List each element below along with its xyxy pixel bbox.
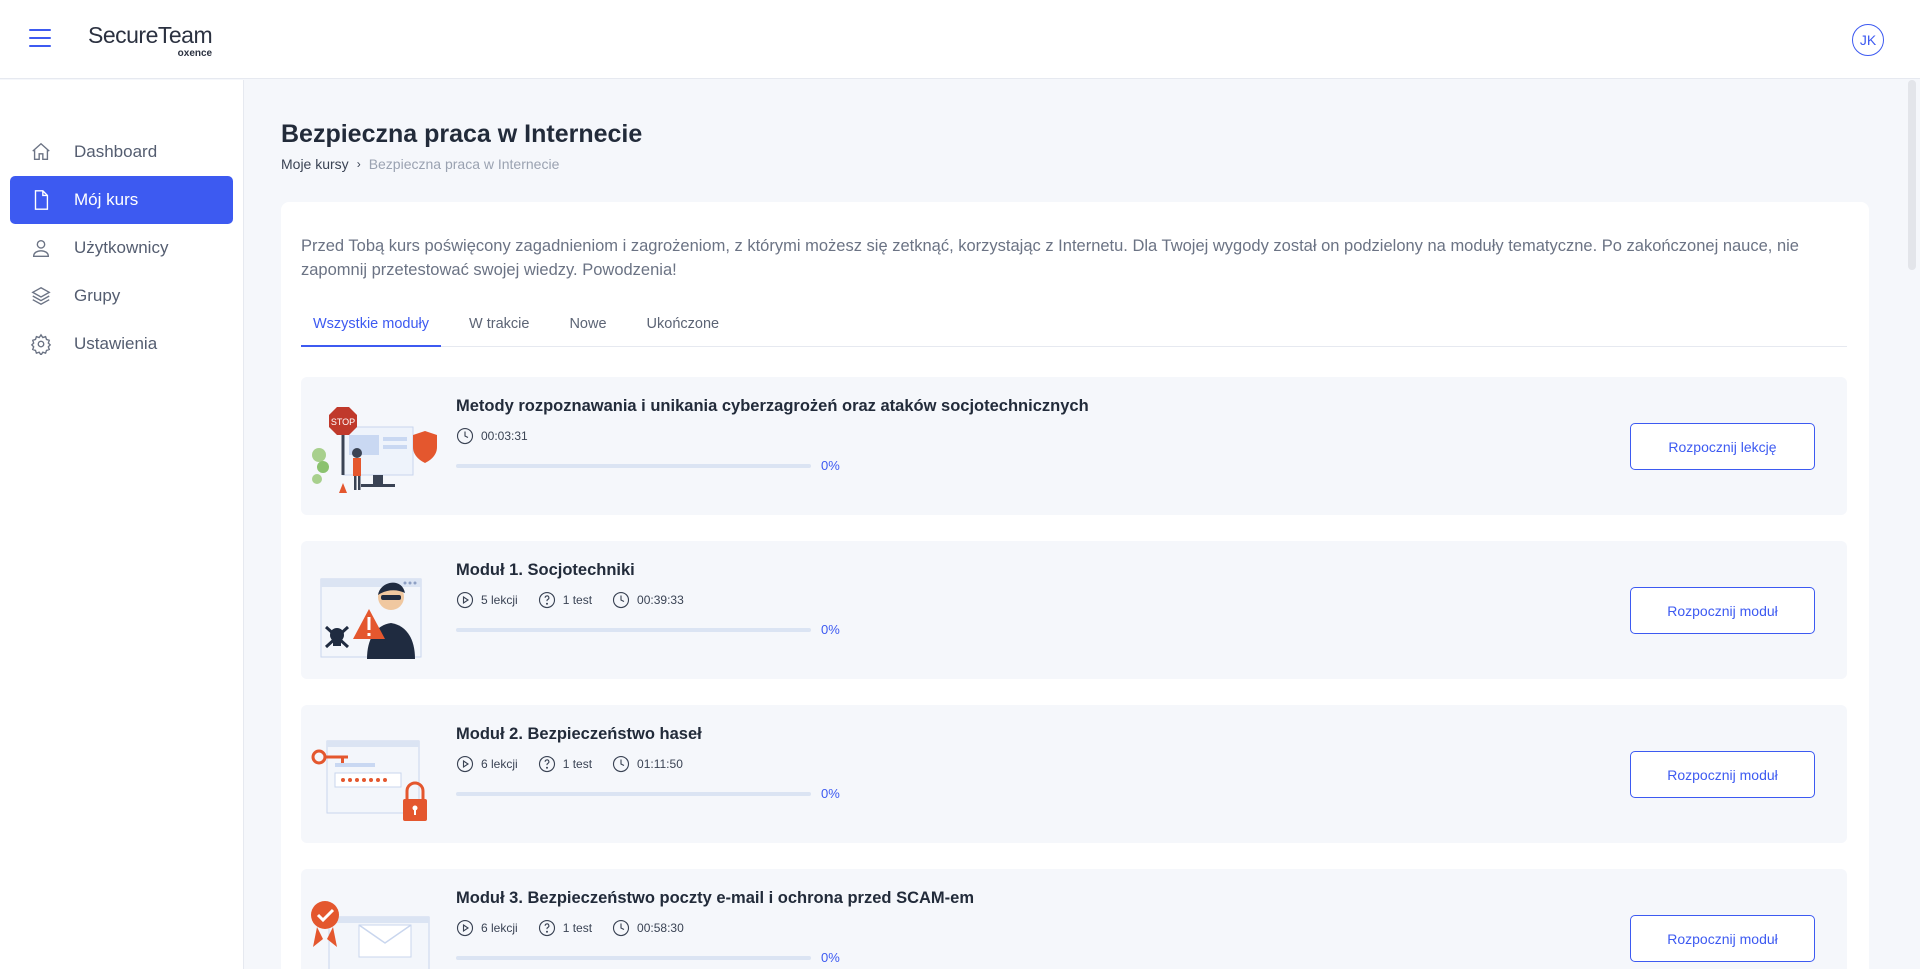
tab-new[interactable]: Nowe <box>557 310 618 347</box>
module-title: Moduł 2. Bezpieczeństwo haseł <box>456 725 702 743</box>
module-title: Moduł 3. Bezpieczeństwo poczty e-mail i … <box>456 889 974 907</box>
sidebar-item-dashboard[interactable]: Dashboard <box>10 128 233 176</box>
play-circle-icon <box>456 591 474 609</box>
module-meta: 00:03:31 <box>456 427 548 445</box>
avatar[interactable]: JK <box>1852 24 1884 56</box>
stop-sign-text: STOP <box>331 417 355 427</box>
module-item: STOP Metody rozpoznawania i unikania cyb… <box>301 377 1847 515</box>
module-item: Moduł 3. Bezpieczeństwo poczty e-mail i … <box>301 869 1847 969</box>
duration-info: 00:58:30 <box>612 919 684 937</box>
module-title: Metody rozpoznawania i unikania cyberzag… <box>456 397 1089 415</box>
module-meta: 6 lekcji 1 test 01:11:50 <box>456 755 703 773</box>
question-circle-icon <box>538 919 555 937</box>
start-module-button[interactable]: Rozpocznij moduł <box>1630 915 1815 962</box>
progress-percent: 0% <box>821 950 840 965</box>
breadcrumb-current: Bezpieczna praca w Internecie <box>368 156 560 172</box>
duration-text: 01:11:50 <box>637 757 683 771</box>
question-circle-icon <box>538 591 555 609</box>
sidebar-item-groups[interactable]: Grupy <box>10 272 233 320</box>
top-header: SecureTeam oxence JK <box>0 0 1920 79</box>
tab-completed[interactable]: Ukończone <box>635 310 732 347</box>
sidebar-item-label: Ustawienia <box>74 334 158 353</box>
page-scrollbar[interactable] <box>1908 80 1916 270</box>
play-circle-icon <box>456 755 474 773</box>
clock-icon <box>612 919 630 937</box>
start-module-button[interactable]: Rozpocznij moduł <box>1630 751 1815 798</box>
module-meta: 6 lekcji 1 test 00:58:30 <box>456 919 704 937</box>
tests-info: 1 test <box>538 755 592 773</box>
progress-bar <box>456 464 811 468</box>
duration-text: 00:58:30 <box>637 921 684 935</box>
sidebar-item-settings[interactable]: Ustawienia <box>10 320 233 368</box>
lessons-count: 6 lekcji <box>481 757 518 771</box>
document-icon <box>34 190 49 210</box>
sidebar-item-label: Użytkownicy <box>74 238 169 257</box>
progress-percent: 0% <box>821 622 840 637</box>
duration-text: 00:39:33 <box>637 593 684 607</box>
sidebar-item-label: Dashboard <box>74 142 158 161</box>
hacker-illustration <box>320 578 422 659</box>
breadcrumb-link[interactable]: Moje kursy <box>281 156 349 172</box>
password-security-illustration <box>311 740 427 821</box>
module-tabs: Wszystkie moduły W trakcie Nowe Ukończon… <box>301 310 1847 347</box>
module-item: Moduł 1. Socjotechniki 5 lekcji 1 test 0… <box>301 541 1847 679</box>
chevron-right-icon: › <box>356 157 361 171</box>
lessons-info: 5 lekcji <box>456 591 518 609</box>
tests-count: 1 test <box>562 593 593 607</box>
clock-icon <box>612 591 630 609</box>
main-content: Bezpieczna praca w Internecie Moje kursy… <box>245 80 1905 969</box>
sidebar-item-label: Grupy <box>74 286 121 305</box>
module-meta: 5 lekcji 1 test 00:39:33 <box>456 591 704 609</box>
user-icon <box>32 239 50 257</box>
progress-bar <box>456 956 811 960</box>
cyber-threat-illustration: STOP <box>312 407 437 493</box>
lessons-info: 6 lekcji <box>456 919 518 937</box>
course-intro: Przed Tobą kurs poświęcony zagadnieniom … <box>301 237 1799 279</box>
progress-bar <box>456 628 811 632</box>
tab-in-progress[interactable]: W trakcie <box>457 310 541 347</box>
sidebar-item-my-course[interactable]: Mój kurs <box>10 176 233 224</box>
progress-percent: 0% <box>821 458 840 473</box>
home-icon <box>32 142 50 161</box>
email-security-illustration <box>311 901 430 969</box>
lessons-count: 5 lekcji <box>481 593 518 607</box>
logo-subtext: oxence <box>177 48 213 59</box>
clock-icon <box>612 755 630 773</box>
sidebar: Dashboard Mój kurs Użytkownicy Grupy Ust… <box>0 80 244 969</box>
tests-count: 1 test <box>562 757 593 771</box>
sidebar-item-users[interactable]: Użytkownicy <box>10 224 233 272</box>
gear-icon <box>30 333 52 355</box>
tests-info: 1 test <box>538 919 592 937</box>
lessons-info: 6 lekcji <box>456 755 518 773</box>
play-circle-icon <box>456 919 474 937</box>
course-card: Przed Tobą kurs poświęcony zagadnieniom … <box>281 202 1869 969</box>
question-circle-icon <box>538 755 555 773</box>
logo[interactable]: SecureTeam oxence <box>88 22 213 59</box>
duration-info: 01:11:50 <box>612 755 683 773</box>
menu-toggle-icon[interactable] <box>29 29 51 47</box>
sidebar-item-label: Mój kurs <box>74 190 139 209</box>
tests-count: 1 test <box>562 921 593 935</box>
duration-info: 00:39:33 <box>612 591 684 609</box>
duration-text: 00:03:31 <box>481 429 528 443</box>
page-title: Bezpieczna praca w Internecie <box>281 120 643 148</box>
breadcrumb: Moje kursy › Bezpieczna praca w Internec… <box>281 156 559 172</box>
tab-all-modules[interactable]: Wszystkie moduły <box>301 310 442 347</box>
tests-info: 1 test <box>538 591 592 609</box>
progress-bar <box>456 792 811 796</box>
module-title: Moduł 1. Socjotechniki <box>456 561 635 579</box>
module-item: Moduł 2. Bezpieczeństwo haseł 6 lekcji 1… <box>301 705 1847 843</box>
logo-text: SecureTeam <box>88 22 213 48</box>
clock-icon <box>456 427 474 445</box>
start-lesson-button[interactable]: Rozpocznij lekcję <box>1630 423 1815 470</box>
layers-icon <box>31 286 51 306</box>
progress-percent: 0% <box>821 786 840 801</box>
duration-info: 00:03:31 <box>456 427 528 445</box>
start-module-button[interactable]: Rozpocznij moduł <box>1630 587 1815 634</box>
lessons-count: 6 lekcji <box>481 921 518 935</box>
